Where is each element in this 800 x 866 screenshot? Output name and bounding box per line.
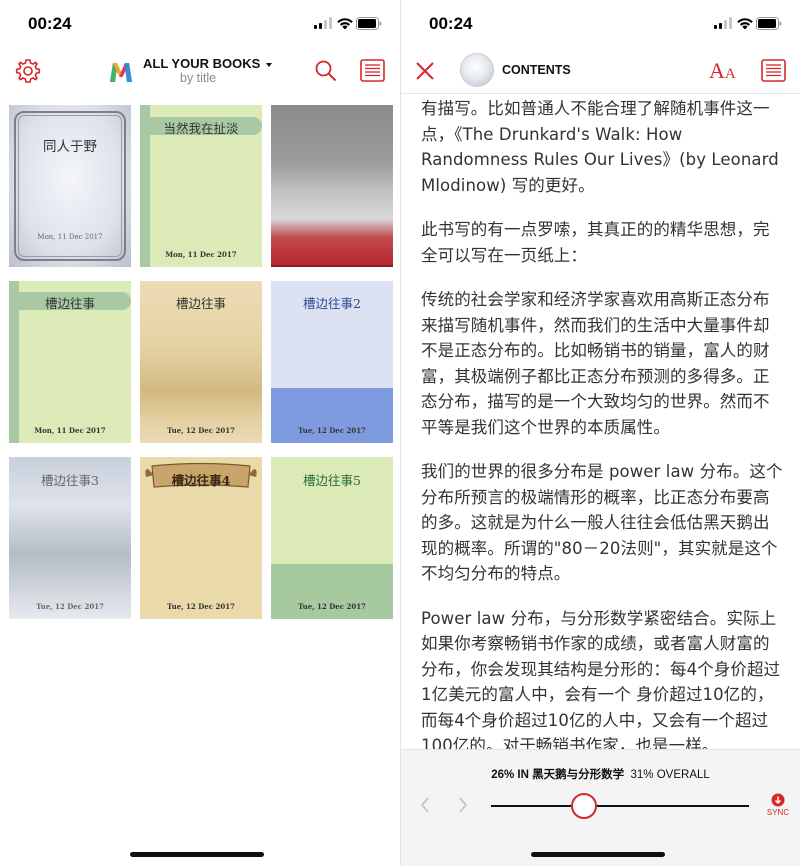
chevron-left-icon[interactable] xyxy=(419,796,431,814)
search-icon[interactable] xyxy=(314,59,338,83)
status-icons xyxy=(714,17,782,31)
reader-screen: 00:24 CONTENTS AA 有描写。比如普通人不能合理了解随机事件这一点… xyxy=(400,0,800,866)
book-cover[interactable]: 槽边往事3 Tue, 12 Dec 2017 xyxy=(9,457,131,619)
wifi-icon xyxy=(337,18,353,30)
library-header: ALL YOUR BOOKS by title xyxy=(0,48,400,94)
book-date: Mon, 11 Dec 2017 xyxy=(34,426,106,435)
book-title: 槽边往事2 xyxy=(303,296,361,311)
status-time: 00:24 xyxy=(28,14,72,33)
library-title: ALL YOUR BOOKS xyxy=(143,56,261,71)
chevron-down-icon xyxy=(265,62,272,67)
battery-icon xyxy=(756,17,782,30)
reader-body[interactable]: 有描写。比如普通人不能合理了解随机事件这一点，《The Drunkard's W… xyxy=(421,96,783,778)
book-cover[interactable]: 槽边往事 Tue, 12 Dec 2017 xyxy=(140,281,262,443)
list-view-icon[interactable] xyxy=(761,59,786,82)
book-cover[interactable]: 槽边往事2 Tue, 12 Dec 2017 xyxy=(271,281,393,443)
book-title: 槽边往事3 xyxy=(41,473,99,488)
cellular-signal-icon xyxy=(314,17,332,29)
library-screen: 00:24 ALL YOUR BOOKS by title 同人于野 Mon, … xyxy=(0,0,400,866)
book-title: 槽边往事5 xyxy=(303,473,361,488)
sync-button[interactable]: SYNC xyxy=(763,792,793,822)
book-cover[interactable]: 槽边往事 Mon, 11 Dec 2017 xyxy=(9,281,131,443)
status-bar: 00:24 xyxy=(0,0,400,48)
book-title: 同人于野 xyxy=(43,139,97,155)
chapter-percent: 26% IN xyxy=(491,769,529,781)
home-indicator[interactable] xyxy=(130,852,264,857)
overall-percent: 31% OVERALL xyxy=(630,769,710,781)
home-indicator[interactable] xyxy=(531,852,665,857)
chevron-right-icon[interactable] xyxy=(457,796,469,814)
library-sort-label: by title xyxy=(180,71,217,85)
book-cover[interactable]: 槽边往事4 Tue, 12 Dec 2017 xyxy=(140,457,262,619)
reading-progress-bar: 26% IN 黑天鹅与分形数学 31% OVERALL SYNC xyxy=(401,749,800,866)
chapter-name: 黑天鹅与分形数学 xyxy=(532,769,625,781)
progress-slider-thumb[interactable] xyxy=(570,793,597,819)
reader-paragraph: 传统的社会学家和经济学家喜欢用高斯正态分布来描写随机事件，然而我们的生活中大量事… xyxy=(421,290,770,437)
reader-paragraph: 我们的世界的很多分布是 power law 分布。这个分布所预言的极端情形的概率… xyxy=(421,462,783,583)
book-date: Tue, 12 Dec 2017 xyxy=(298,602,366,611)
book-date: Tue, 12 Dec 2017 xyxy=(167,602,235,611)
cellular-signal-icon xyxy=(714,17,732,29)
book-date: Tue, 12 Dec 2017 xyxy=(167,426,235,435)
app-logo-icon xyxy=(110,63,132,82)
reader-paragraph: 有描写。比如普通人不能合理了解随机事件这一点，《The Drunkard's W… xyxy=(421,99,779,195)
cover-bottom-line xyxy=(271,265,393,267)
reader-header: CONTENTS AA xyxy=(401,48,800,94)
sync-label: SYNC xyxy=(766,808,790,817)
status-time: 00:24 xyxy=(429,14,473,33)
book-cover-blurred[interactable] xyxy=(271,105,393,267)
progress-slider-track[interactable] xyxy=(491,805,749,807)
book-date: Mon, 11 Dec 2017 xyxy=(165,250,237,259)
book-cover[interactable]: 当然我在扯淡 Mon, 11 Dec 2017 xyxy=(140,105,262,267)
reader-paragraph: 此书写的有一点罗嗦，其真正的的精华思想，完全可以写在一页纸上： xyxy=(421,220,770,265)
font-size-small-label: A xyxy=(724,66,736,82)
book-cover[interactable]: 同人于野 Mon, 11 Dec 2017 xyxy=(9,105,131,267)
close-icon[interactable] xyxy=(415,61,435,81)
status-bar: 00:24 xyxy=(401,0,800,48)
library-title-menu[interactable]: ALL YOUR BOOKS by title xyxy=(108,56,298,90)
book-date: Tue, 12 Dec 2017 xyxy=(298,426,366,435)
reader-paragraph: Power law 分布，与分形数学紧密结合。实际上如果你考察畅销书作家的成绩，… xyxy=(421,608,781,756)
font-settings-button[interactable]: AA xyxy=(709,58,736,84)
book-thumbnail[interactable] xyxy=(460,53,494,87)
status-icons xyxy=(314,17,382,31)
wifi-icon xyxy=(737,18,753,30)
battery-icon xyxy=(356,17,382,30)
book-date: Mon, 11 Dec 2017 xyxy=(37,233,103,241)
book-title: 槽边往事4 xyxy=(171,473,231,488)
font-size-large-label: A xyxy=(709,58,725,83)
progress-text: 26% IN 黑天鹅与分形数学 31% OVERALL xyxy=(401,766,800,782)
sync-download-icon xyxy=(771,793,785,807)
settings-gear-icon[interactable] xyxy=(15,58,41,84)
list-view-icon[interactable] xyxy=(360,59,385,82)
contents-button[interactable]: CONTENTS xyxy=(502,63,571,77)
book-title: 槽边往事 xyxy=(175,296,226,311)
book-title: 槽边往事 xyxy=(44,296,95,311)
book-title: 当然我在扯淡 xyxy=(163,121,239,136)
book-date: Tue, 12 Dec 2017 xyxy=(36,602,104,611)
book-cover[interactable]: 槽边往事5 Tue, 12 Dec 2017 xyxy=(271,457,393,619)
